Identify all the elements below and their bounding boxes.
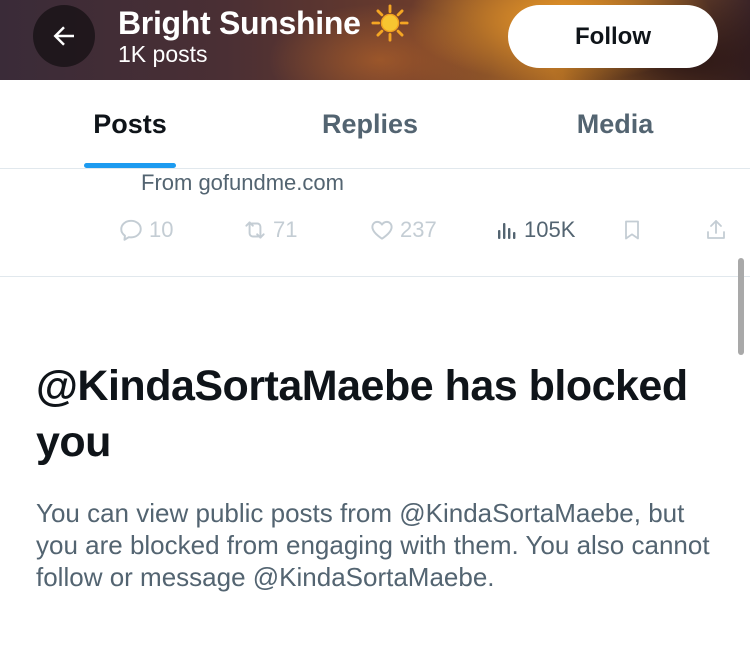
- bookmark-icon: [625, 220, 639, 240]
- share-button[interactable]: [704, 207, 728, 253]
- blocked-heading: @KindaSortaMaebe has blocked you: [36, 362, 688, 466]
- follow-button[interactable]: Follow: [508, 5, 718, 68]
- repost-icon: [245, 221, 265, 239]
- profile-name-text: Bright Sunshine: [118, 4, 361, 41]
- repost-button[interactable]: 71: [242, 207, 297, 253]
- like-button[interactable]: 237: [369, 207, 437, 253]
- like-count: 237: [400, 217, 437, 242]
- post-action-bar: 10 71 237 105K: [0, 207, 750, 253]
- tab-posts[interactable]: Posts: [40, 80, 220, 168]
- tab-replies[interactable]: Replies: [280, 80, 460, 168]
- profile-name: Bright Sunshine: [118, 4, 409, 42]
- arrow-left-icon: [53, 26, 74, 46]
- repost-count: 71: [273, 217, 298, 242]
- heart-icon: [371, 220, 393, 240]
- blocked-description: You can view public posts from @KindaSor…: [36, 498, 710, 592]
- reply-icon: [120, 219, 142, 241]
- views-button[interactable]: 105K: [495, 207, 575, 253]
- scrollbar[interactable]: [738, 258, 744, 355]
- sun-icon: [371, 4, 409, 42]
- profile-tabs: Posts Replies Media: [0, 80, 750, 169]
- post-count: 1K posts: [118, 41, 208, 67]
- back-button[interactable]: [33, 5, 95, 67]
- views-chart-icon: [498, 223, 516, 239]
- share-icon: [707, 220, 725, 239]
- reply-button[interactable]: 10: [118, 207, 173, 253]
- bookmark-button[interactable]: [620, 207, 644, 253]
- views-count: 105K: [524, 217, 576, 242]
- reply-count: 10: [149, 217, 174, 242]
- active-tab-indicator: [84, 163, 176, 168]
- link-card-source[interactable]: From gofundme.com: [141, 170, 344, 196]
- profile-header-banner: Bright Sunshine 1K posts Follow: [0, 0, 750, 80]
- tab-media[interactable]: Media: [525, 80, 705, 168]
- post-divider: [0, 276, 750, 277]
